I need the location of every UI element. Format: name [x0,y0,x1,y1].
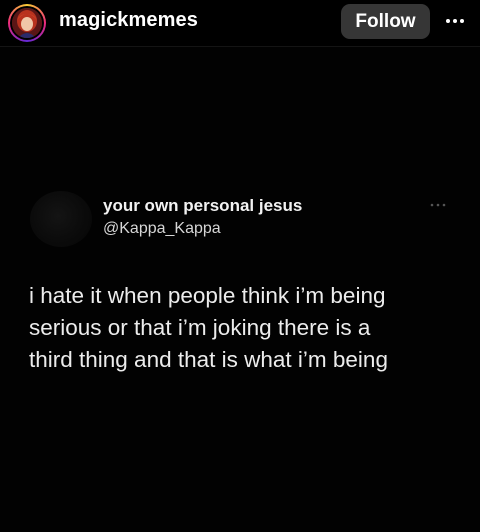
avatar-ring-inner [10,6,44,40]
post-header: magickmemes Follow [0,0,480,47]
more-horizontal-icon [430,203,446,207]
tweet-text: i hate it when people think i’m being se… [29,280,469,376]
tweet-text-line: i hate it when people think i’m being [29,283,386,308]
avatar [12,8,42,38]
more-horizontal-icon [446,19,464,23]
tweet-display-name: your own personal jesus [103,196,303,215]
user-avatar-icon [12,8,42,38]
profile-avatar-button[interactable] [8,4,46,42]
tweet-text-line: serious or that i’m joking there is a [29,315,371,340]
tweet-author-avatar [30,191,92,247]
tweet-text-line: third thing and that is what i’m being [29,347,388,372]
tweet-more-icon-wrapper [428,198,448,210]
more-options-button[interactable] [442,8,468,34]
tweet-handle: @Kappa_Kappa [103,220,221,237]
username-link[interactable]: magickmemes [59,9,198,32]
follow-button[interactable]: Follow [341,4,430,39]
